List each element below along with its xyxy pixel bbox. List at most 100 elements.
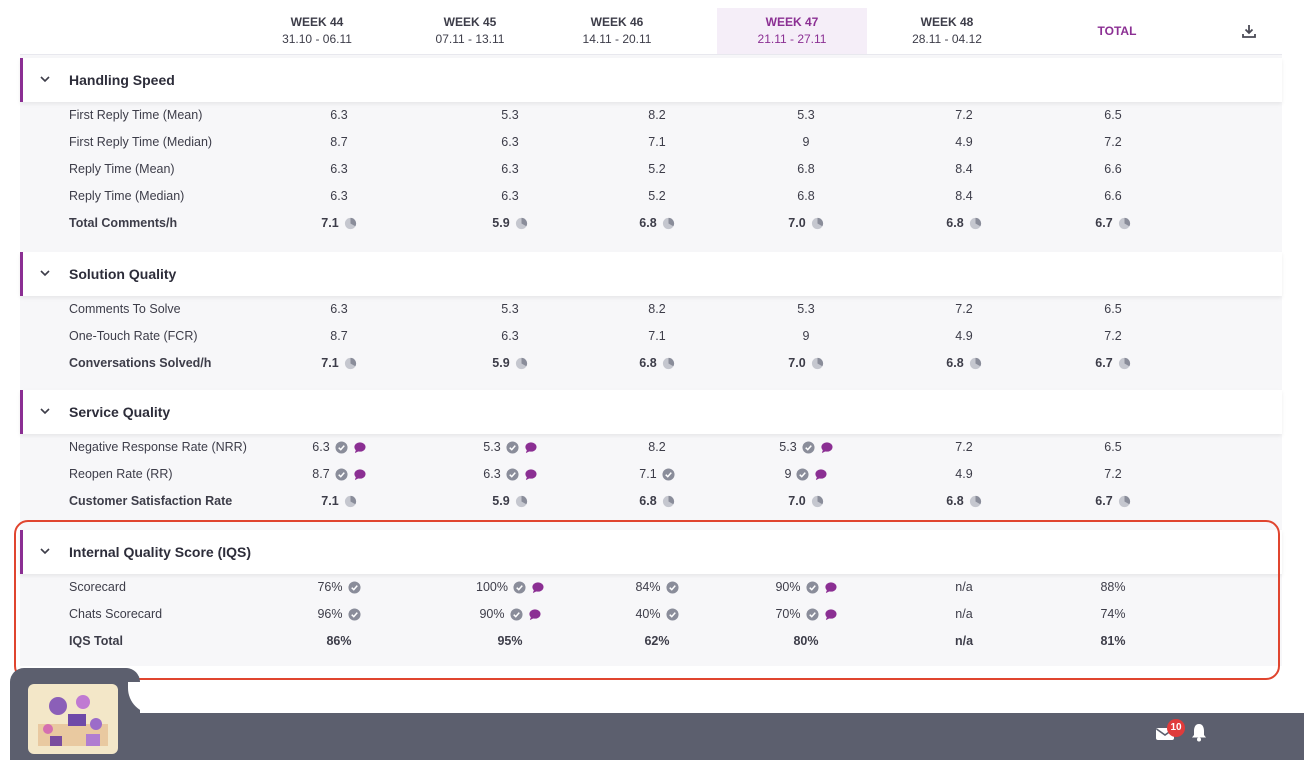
chevron-down-icon[interactable] <box>38 266 52 280</box>
metric-value-cell: 8.2 <box>587 302 727 316</box>
column-week-47[interactable]: WEEK 47 21.11 - 27.11 <box>717 8 867 54</box>
comment-icon[interactable] <box>820 440 833 454</box>
section-header[interactable]: Handling Speed <box>20 58 1282 102</box>
week-range: 28.11 - 04.12 <box>912 32 982 46</box>
comment-icon[interactable] <box>824 607 837 621</box>
metric-value-cell: 6.5 <box>1043 440 1183 454</box>
pie-chart-icon[interactable] <box>344 216 357 230</box>
metric-value: 7.0 <box>788 494 806 509</box>
comment-icon[interactable] <box>353 440 366 454</box>
pie-chart-icon[interactable] <box>1118 216 1131 230</box>
check-circle-icon[interactable] <box>802 440 815 454</box>
metric-value-cell: 6.8 <box>587 216 727 230</box>
metric-value-cell: 70% <box>736 607 876 621</box>
pie-chart-icon[interactable] <box>662 216 675 230</box>
notification-badge: 10 <box>1167 719 1185 737</box>
pie-chart-icon[interactable] <box>1118 356 1131 370</box>
download-icon[interactable] <box>1241 23 1257 39</box>
comment-icon[interactable] <box>814 467 828 481</box>
check-circle-icon[interactable] <box>805 580 819 594</box>
metric-value-cell: 7.1 <box>269 494 409 508</box>
column-week-46[interactable]: WEEK 46 14.11 - 20.11 <box>547 8 687 54</box>
pie-chart-icon[interactable] <box>811 494 824 508</box>
chevron-down-icon[interactable] <box>38 404 52 418</box>
pie-chart-icon[interactable] <box>969 494 982 508</box>
chevron-down-icon[interactable] <box>38 72 52 86</box>
comment-icon[interactable] <box>524 440 537 454</box>
section-header[interactable]: Internal Quality Score (IQS) <box>20 530 1282 574</box>
comment-icon[interactable] <box>528 607 541 621</box>
column-week-44[interactable]: WEEK 44 31.10 - 06.11 <box>257 8 377 54</box>
metric-value: 5.9 <box>492 356 510 371</box>
metric-label: One-Touch Rate (FCR) <box>69 329 198 343</box>
column-total[interactable]: TOTAL <box>1047 8 1187 54</box>
pie-chart-icon[interactable] <box>515 216 528 230</box>
metric-value-cell: 6.3 <box>440 135 580 149</box>
check-circle-icon[interactable] <box>335 467 348 481</box>
chevron-down-icon[interactable] <box>38 544 52 558</box>
metric-value-cell: 7.1 <box>269 356 409 370</box>
section-header[interactable]: Service Quality <box>20 390 1282 434</box>
pie-chart-icon[interactable] <box>969 356 982 370</box>
metric-value-cell: n/a <box>894 634 1034 648</box>
table-row: Reply Time (Median) 6.3 6.3 5.2 6.8 8.4 6.6 <box>20 183 1282 210</box>
section-header[interactable]: Solution Quality <box>20 252 1282 296</box>
metric-value-cell: 5.3 <box>736 108 876 122</box>
pie-chart-icon[interactable] <box>344 356 357 370</box>
metric-value: 6.5 <box>1104 440 1122 454</box>
comment-icon[interactable] <box>524 467 537 481</box>
column-week-48[interactable]: WEEK 48 28.11 - 04.12 <box>877 8 1017 54</box>
bell-icon[interactable] <box>1190 722 1208 742</box>
table-row: Comments To Solve 6.3 5.3 8.2 5.3 7.2 6.5 <box>20 296 1282 323</box>
check-circle-icon[interactable] <box>347 607 361 621</box>
metric-label: Reply Time (Median) <box>69 189 185 203</box>
metric-value-cell: 6.3 <box>269 302 409 316</box>
metric-value: 4.9 <box>955 329 973 343</box>
pie-chart-icon[interactable] <box>515 494 528 508</box>
metric-value: 7.0 <box>788 356 806 371</box>
metric-value: 76% <box>317 580 343 595</box>
check-circle-icon[interactable] <box>335 440 348 454</box>
pie-chart-icon[interactable] <box>662 356 675 370</box>
comment-icon[interactable] <box>353 467 366 481</box>
column-week-45[interactable]: WEEK 45 07.11 - 13.11 <box>400 8 540 54</box>
metric-value: 70% <box>775 607 801 622</box>
metric-value: 6.3 <box>330 162 348 176</box>
check-circle-icon[interactable] <box>513 580 526 594</box>
section-accent-bar <box>20 390 23 434</box>
metric-label: First Reply Time (Mean) <box>69 108 203 122</box>
metric-value: 6.7 <box>1095 356 1113 371</box>
check-circle-icon[interactable] <box>662 467 675 481</box>
table-row: Total Comments/h 7.1 5.9 6.8 7.0 6.8 6.7 <box>20 210 1282 237</box>
metric-value: 6.8 <box>639 216 657 231</box>
pie-chart-icon[interactable] <box>515 356 528 370</box>
check-circle-icon[interactable] <box>347 580 361 594</box>
check-circle-icon[interactable] <box>506 467 519 481</box>
pie-chart-icon[interactable] <box>662 494 675 508</box>
metric-value-cell: 6.3 <box>269 108 409 122</box>
check-circle-icon[interactable] <box>506 440 519 454</box>
metric-value-cell: 84% <box>587 580 727 594</box>
check-circle-icon[interactable] <box>796 467 810 481</box>
pie-chart-icon[interactable] <box>811 216 824 230</box>
table-row: Chats Scorecard 96% 90% 40% 70% n/a 74% <box>20 601 1282 628</box>
comment-icon[interactable] <box>531 580 544 594</box>
metric-value: 7.1 <box>639 467 657 482</box>
metric-value: 5.9 <box>492 216 510 231</box>
pie-chart-icon[interactable] <box>1118 494 1131 508</box>
metric-value-cell: n/a <box>894 580 1034 594</box>
week-range: 31.10 - 06.11 <box>282 32 352 46</box>
pie-chart-icon[interactable] <box>344 494 357 508</box>
check-circle-icon[interactable] <box>665 580 679 594</box>
metric-value-cell: 5.3 <box>736 440 876 454</box>
metric-value-cell: 9 <box>736 135 876 149</box>
check-circle-icon[interactable] <box>805 607 819 621</box>
comment-icon[interactable] <box>824 580 837 594</box>
metric-value: 74% <box>1100 607 1126 621</box>
check-circle-icon[interactable] <box>665 607 679 621</box>
pie-chart-icon[interactable] <box>811 356 824 370</box>
check-circle-icon[interactable] <box>509 607 523 621</box>
pie-chart-icon[interactable] <box>969 216 982 230</box>
illustration-thumbnail[interactable] <box>28 684 118 754</box>
metric-value: 6.3 <box>330 108 348 122</box>
